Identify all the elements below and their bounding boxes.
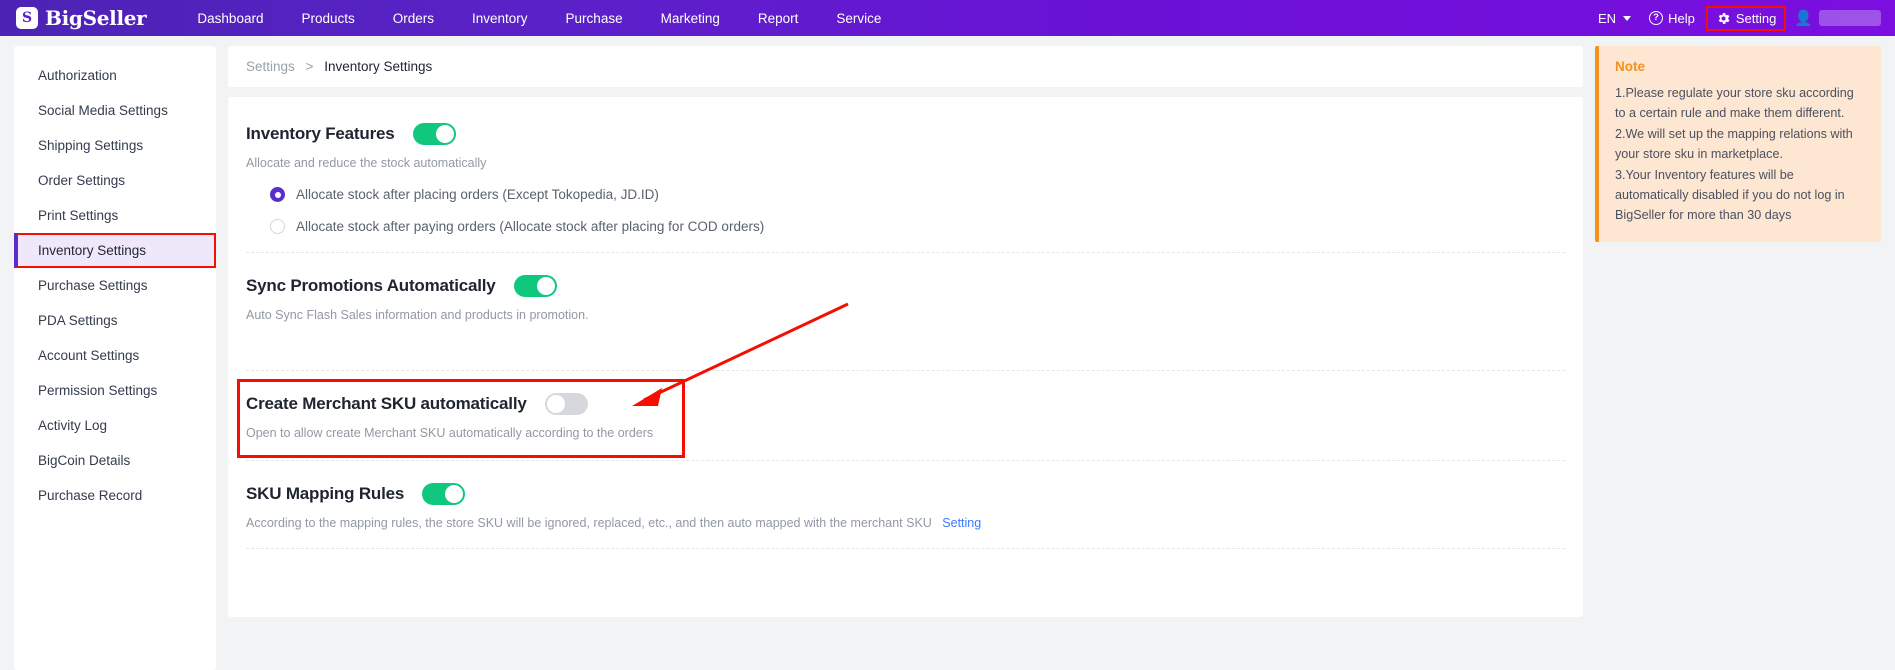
user-menu[interactable]: 👤 [1788, 9, 1881, 27]
sidebar-item-social-media-settings[interactable]: Social Media Settings [14, 93, 216, 128]
create-merchant-sku-toggle[interactable] [544, 393, 588, 415]
radio-icon-unselected[interactable] [270, 219, 285, 234]
brand-logo[interactable]: S BigSeller [16, 6, 147, 30]
sidebar-item-bigcoin-details[interactable]: BigCoin Details [14, 443, 216, 478]
section-inventory-features: Inventory Features Allocate and reduce t… [246, 101, 1565, 253]
user-name-redacted [1819, 10, 1881, 26]
settings-sidebar: Authorization Social Media Settings Ship… [14, 46, 216, 670]
user-avatar-icon: 👤 [1794, 10, 1813, 27]
sync-promotions-subtitle: Auto Sync Flash Sales information and pr… [246, 308, 589, 322]
gear-icon [1718, 12, 1730, 24]
inventory-settings-panel: Inventory Features Allocate and reduce t… [228, 97, 1583, 617]
sku-mapping-rules-subtitle-row: According to the mapping rules, the stor… [246, 516, 1565, 530]
sku-mapping-rules-setting-link[interactable]: Setting [942, 516, 981, 530]
sidebar-item-order-settings[interactable]: Order Settings [14, 163, 216, 198]
sync-promotions-toggle[interactable] [513, 275, 557, 297]
radio-allocate-after-placing-label: Allocate stock after placing orders (Exc… [296, 187, 659, 202]
help-button[interactable]: ? Help [1640, 6, 1704, 31]
note-line-2: 2.We will set up the mapping relations w… [1615, 126, 1853, 162]
sku-mapping-rules-subtitle: According to the mapping rules, the stor… [246, 516, 932, 530]
brand-name: BigSeller [45, 6, 147, 30]
sidebar-item-inventory-settings[interactable]: Inventory Settings [14, 233, 216, 268]
create-merchant-sku-title: Create Merchant SKU automatically [246, 394, 527, 413]
radio-icon-selected[interactable] [270, 187, 285, 202]
setting-label: Setting [1735, 10, 1777, 26]
toggle-knob [546, 395, 565, 413]
note-title: Note [1615, 59, 1645, 74]
toggle-knob [435, 125, 454, 143]
sku-mapping-rules-toggle[interactable] [422, 483, 466, 505]
nav-item-marketing[interactable]: Marketing [642, 2, 739, 35]
main-column: Settings > Inventory Settings Inventory … [228, 46, 1583, 670]
create-merchant-sku-header: Create Merchant SKU automatically [246, 393, 1565, 415]
highlight-box-create-merchant-sku [237, 379, 685, 458]
breadcrumb: Settings > Inventory Settings [228, 46, 1583, 87]
section-create-merchant-sku: Create Merchant SKU automatically Open t… [237, 371, 1565, 461]
language-selector[interactable]: EN [1589, 6, 1640, 31]
note-panel: Note 1.Please regulate your store sku ac… [1595, 46, 1881, 242]
create-merchant-sku-subtitle: Open to allow create Merchant SKU automa… [246, 426, 654, 440]
sidebar-item-permission-settings[interactable]: Permission Settings [14, 373, 216, 408]
inventory-features-subtitle: Allocate and reduce the stock automatica… [246, 156, 487, 170]
sidebar-item-account-settings[interactable]: Account Settings [14, 338, 216, 373]
section-sync-promotions: Sync Promotions Automatically Auto Sync … [246, 253, 1565, 371]
sidebar-item-activity-log[interactable]: Activity Log [14, 408, 216, 443]
radio-allocate-after-placing[interactable]: Allocate stock after placing orders (Exc… [246, 187, 1565, 202]
sidebar-item-purchase-record[interactable]: Purchase Record [14, 478, 216, 513]
bigseller-logo-icon: S [16, 7, 38, 29]
nav-item-service[interactable]: Service [817, 2, 900, 35]
top-bar-right-group: EN ? Help Setting 👤 [1589, 5, 1881, 31]
toggle-knob [536, 277, 555, 295]
language-label: EN [1598, 10, 1617, 26]
sidebar-item-shipping-settings[interactable]: Shipping Settings [14, 128, 216, 163]
sidebar-item-print-settings[interactable]: Print Settings [14, 198, 216, 233]
main-nav: Dashboard Products Orders Inventory Purc… [178, 2, 900, 35]
setting-button[interactable]: Setting [1705, 5, 1787, 31]
radio-allocate-after-paying-label: Allocate stock after paying orders (Allo… [296, 219, 765, 234]
sync-promotions-title: Sync Promotions Automatically [246, 276, 496, 295]
breadcrumb-root[interactable]: Settings [246, 59, 295, 74]
question-circle-icon: ? [1649, 11, 1664, 25]
inventory-features-header: Inventory Features [246, 123, 1565, 145]
chevron-down-icon [1623, 15, 1632, 21]
nav-item-purchase[interactable]: Purchase [547, 2, 642, 35]
sidebar-item-pda-settings[interactable]: PDA Settings [14, 303, 216, 338]
help-label: Help [1668, 10, 1695, 26]
nav-item-dashboard[interactable]: Dashboard [178, 2, 282, 35]
section-sku-mapping-rules: SKU Mapping Rules According to the mappi… [246, 461, 1565, 549]
nav-item-report[interactable]: Report [739, 2, 818, 35]
page-body: Authorization Social Media Settings Ship… [0, 36, 1895, 670]
toggle-knob [445, 485, 464, 503]
radio-allocate-after-paying[interactable]: Allocate stock after paying orders (Allo… [246, 219, 1565, 234]
note-line-3: 3.Your Inventory features will be automa… [1615, 167, 1845, 223]
breadcrumb-current: Inventory Settings [324, 59, 433, 74]
content-area: Settings > Inventory Settings Inventory … [228, 46, 1881, 670]
sidebar-item-purchase-settings[interactable]: Purchase Settings [14, 268, 216, 303]
inventory-features-toggle[interactable] [412, 123, 456, 145]
top-navigation-bar: S BigSeller Dashboard Products Orders In… [0, 0, 1895, 36]
breadcrumb-separator: > [305, 59, 314, 74]
sidebar-item-authorization[interactable]: Authorization [14, 58, 216, 93]
inventory-features-title: Inventory Features [246, 124, 395, 143]
nav-item-orders[interactable]: Orders [374, 2, 453, 35]
nav-item-products[interactable]: Products [282, 2, 373, 35]
nav-item-inventory[interactable]: Inventory [453, 2, 547, 35]
sync-promotions-header: Sync Promotions Automatically [246, 275, 1565, 297]
sku-mapping-rules-header: SKU Mapping Rules [246, 483, 1565, 505]
note-line-1: 1.Please regulate your store sku accordi… [1615, 86, 1854, 121]
sku-mapping-rules-title: SKU Mapping Rules [246, 484, 405, 503]
